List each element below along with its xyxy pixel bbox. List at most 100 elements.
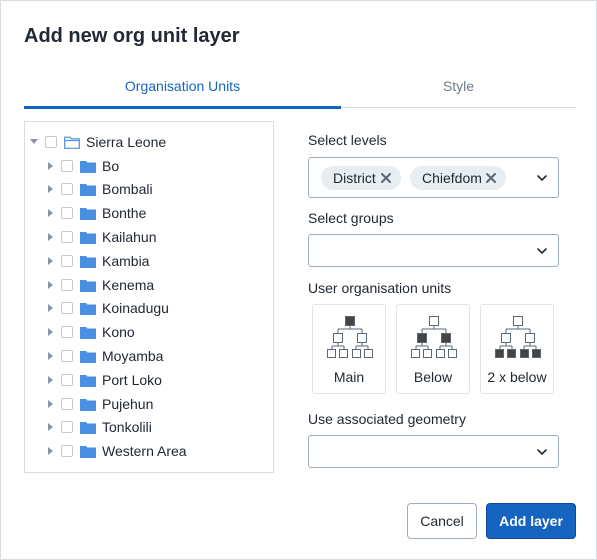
- select-groups-input[interactable]: [308, 234, 559, 267]
- tree-item-label: Kono: [102, 324, 135, 340]
- expand-arrow-icon[interactable]: [45, 255, 57, 267]
- tree-item-label: Western Area: [102, 443, 187, 459]
- folder-icon: [80, 255, 96, 268]
- tree-item-label: Kailahun: [102, 229, 157, 245]
- level-chip: Chiefdom: [410, 166, 506, 190]
- org-unit-tree: Sierra Leone Bo Bombali Bonthe Kailahun: [24, 121, 274, 473]
- tree-checkbox[interactable]: [61, 255, 73, 267]
- tree-item-label: Pujehun: [102, 396, 154, 412]
- user-org-unit-below-label: Below: [413, 369, 453, 385]
- folder-icon: [80, 445, 96, 458]
- tree-checkbox[interactable]: [61, 183, 73, 195]
- tree-item[interactable]: Bo: [45, 155, 119, 177]
- user-org-unit-2-below-label: 2 x below: [487, 369, 547, 385]
- expand-arrow-icon[interactable]: [45, 398, 57, 410]
- expand-arrow-icon[interactable]: [45, 160, 57, 172]
- tree-item[interactable]: Koinadugu: [45, 297, 169, 319]
- tab-style[interactable]: Style: [341, 67, 576, 107]
- expand-arrow-icon[interactable]: [45, 445, 57, 457]
- tree-checkbox[interactable]: [61, 302, 73, 314]
- folder-icon: [80, 302, 96, 315]
- tree-checkbox[interactable]: [61, 231, 73, 243]
- tree-item-label: Sierra Leone: [86, 134, 167, 150]
- folder-icon: [80, 350, 96, 363]
- tree-checkbox[interactable]: [61, 350, 73, 362]
- tree-checkbox[interactable]: [61, 374, 73, 386]
- folder-icon: [80, 160, 96, 173]
- cancel-button[interactable]: Cancel: [407, 503, 477, 539]
- tree-item-root[interactable]: Sierra Leone: [29, 131, 166, 153]
- expand-arrow-icon[interactable]: [45, 421, 57, 433]
- tree-item[interactable]: Western Area: [45, 440, 187, 462]
- user-org-unit-main-button[interactable]: Main: [312, 304, 386, 394]
- folder-open-icon: [64, 136, 80, 149]
- tree-checkbox[interactable]: [61, 207, 73, 219]
- select-levels-input[interactable]: District Chiefdom: [308, 157, 559, 198]
- level-chip-label: District: [333, 170, 376, 186]
- tree-checkbox[interactable]: [61, 445, 73, 457]
- level-chip-label: Chiefdom: [422, 170, 482, 186]
- expand-arrow-icon[interactable]: [45, 279, 57, 291]
- folder-icon: [80, 207, 96, 220]
- tree-item[interactable]: Kono: [45, 321, 135, 343]
- user-org-units-label: User organisation units: [308, 280, 452, 296]
- user-org-unit-below-button[interactable]: Below: [396, 304, 470, 394]
- expand-arrow-icon[interactable]: [45, 326, 57, 338]
- folder-icon: [80, 398, 96, 411]
- expand-arrow-icon[interactable]: [45, 350, 57, 362]
- add-layer-button[interactable]: Add layer: [486, 503, 576, 539]
- tree-item[interactable]: Kailahun: [45, 226, 157, 248]
- folder-icon: [80, 326, 96, 339]
- tree-item[interactable]: Bonthe: [45, 202, 146, 224]
- tree-item-label: Port Loko: [102, 372, 162, 388]
- expand-arrow-icon[interactable]: [45, 374, 57, 386]
- tree-item-label: Tonkolili: [102, 419, 152, 435]
- org-tree-main-icon: [327, 316, 373, 358]
- folder-icon: [80, 374, 96, 387]
- tree-item[interactable]: Kambia: [45, 250, 149, 272]
- tree-item-label: Koinadugu: [102, 300, 169, 316]
- associated-geometry-label: Use associated geometry: [308, 411, 466, 427]
- tree-item-label: Moyamba: [102, 348, 164, 364]
- folder-icon: [80, 231, 96, 244]
- expand-arrow-icon[interactable]: [45, 231, 57, 243]
- tree-checkbox[interactable]: [61, 326, 73, 338]
- expand-arrow-icon[interactable]: [45, 207, 57, 219]
- collapse-arrow-icon[interactable]: [29, 136, 41, 148]
- select-levels-label: Select levels: [308, 132, 387, 148]
- expand-arrow-icon[interactable]: [45, 183, 57, 195]
- tree-item-label: Bonthe: [102, 205, 147, 221]
- chevron-down-icon[interactable]: [536, 174, 548, 182]
- expand-arrow-icon[interactable]: [45, 302, 57, 314]
- associated-geometry-input[interactable]: [308, 435, 559, 468]
- dialog-title: Add new org unit layer: [24, 25, 240, 47]
- tree-checkbox[interactable]: [61, 279, 73, 291]
- tree-item[interactable]: Tonkolili: [45, 416, 152, 438]
- chevron-down-icon[interactable]: [536, 448, 548, 456]
- folder-icon: [80, 183, 96, 196]
- user-org-unit-main-label: Main: [333, 369, 365, 385]
- select-groups-label: Select groups: [308, 210, 394, 226]
- tree-item[interactable]: Port Loko: [45, 369, 162, 391]
- tree-item[interactable]: Moyamba: [45, 345, 163, 367]
- chevron-down-icon[interactable]: [536, 247, 548, 255]
- remove-chip-icon[interactable]: [484, 171, 498, 185]
- tree-item[interactable]: Bombali: [45, 178, 153, 200]
- folder-icon: [80, 421, 96, 434]
- tree-checkbox[interactable]: [61, 421, 73, 433]
- tree-item-label: Bo: [102, 158, 120, 174]
- tree-item-label: Bombali: [102, 181, 153, 197]
- add-org-unit-layer-dialog: Add new org unit layer Organisation Unit…: [0, 0, 597, 560]
- tree-item[interactable]: Pujehun: [45, 393, 153, 415]
- tree-checkbox[interactable]: [61, 160, 73, 172]
- tree-item-label: Kambia: [102, 253, 150, 269]
- user-org-unit-2-below-button[interactable]: 2 x below: [480, 304, 554, 394]
- tree-checkbox[interactable]: [61, 398, 73, 410]
- remove-chip-icon[interactable]: [379, 171, 393, 185]
- org-tree-below-icon: [411, 316, 457, 358]
- tree-item[interactable]: Kenema: [45, 274, 154, 296]
- org-tree-2-below-icon: [495, 316, 541, 358]
- tab-bar: Organisation Units Style: [24, 67, 576, 109]
- tree-checkbox[interactable]: [45, 136, 57, 148]
- tab-organisation-units[interactable]: Organisation Units: [24, 67, 341, 109]
